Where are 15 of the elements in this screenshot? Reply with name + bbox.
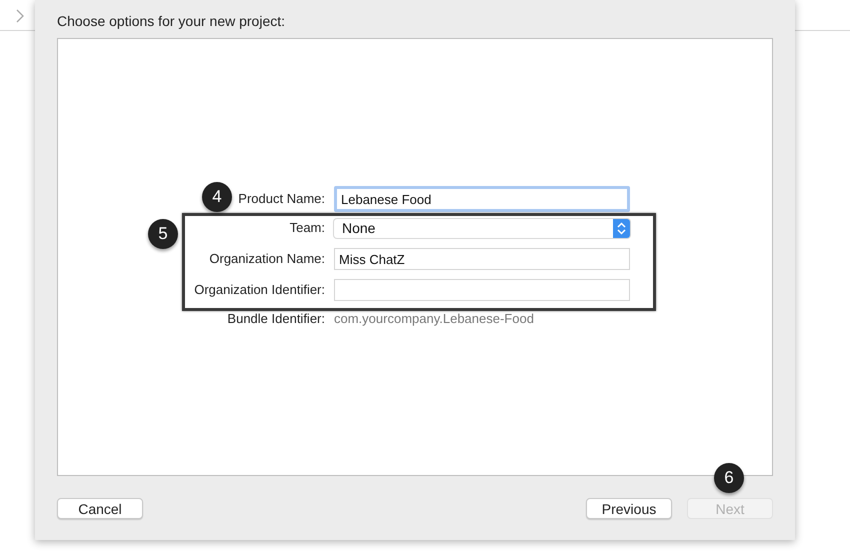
updown-chevron-icon (613, 218, 630, 238)
chevron-right-icon[interactable] (16, 9, 25, 23)
dialog-title: Choose options for your new project: (57, 12, 286, 30)
cancel-button[interactable]: Cancel (57, 498, 143, 519)
text-field[interactable] (334, 279, 630, 301)
field-label: Organization Name: (209, 250, 325, 268)
field-label: Team: (290, 219, 325, 238)
bundle-identifier-value: com.yourcompany.Lebanese-Food (334, 310, 534, 328)
field-label: Organization Identifier: (194, 281, 325, 300)
field-label: Product Name: (238, 190, 325, 208)
previous-button[interactable]: Previous (586, 498, 672, 519)
text-field[interactable]: Lebanese Food (334, 186, 630, 212)
text-field[interactable]: Miss ChatZ (334, 248, 630, 270)
team-popup[interactable]: None (334, 218, 630, 238)
field-label: Bundle Identifier: (227, 310, 325, 328)
